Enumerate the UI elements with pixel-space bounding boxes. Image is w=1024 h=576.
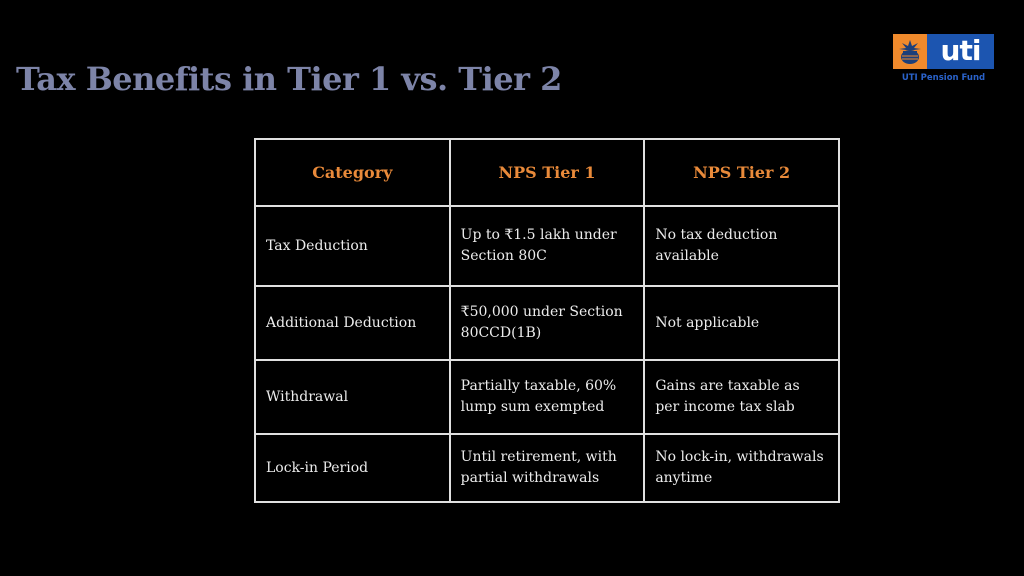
cell-tier-1: Up to ₹1.5 lakh under Section 80C xyxy=(448,205,646,287)
cell-tier-2: Gains are taxable as per income tax slab xyxy=(643,359,840,435)
cell-tier-2: No tax deduction available xyxy=(643,205,840,287)
cell-tier-1: Partially taxable, 60% lump sum exempted xyxy=(448,359,646,435)
header-nps-tier-2: NPS Tier 2 xyxy=(643,138,840,207)
table-row: Additional Deduction ₹50,000 under Secti… xyxy=(254,285,840,361)
cell-tier-2: Not applicable xyxy=(643,285,840,361)
table-row: Lock-in Period Until retirement, with pa… xyxy=(254,433,840,503)
uti-logo: uti UTI Pension Fund xyxy=(893,34,994,84)
cell-category: Tax Deduction xyxy=(254,205,451,287)
header-nps-tier-1: NPS Tier 1 xyxy=(448,138,646,207)
logo-subtitle: UTI Pension Fund xyxy=(901,73,986,83)
cell-category: Lock-in Period xyxy=(254,433,451,503)
kalash-pot-icon xyxy=(893,34,927,69)
cell-tier-2: No lock-in, withdrawals anytime xyxy=(643,433,840,503)
tax-comparison-table: Category NPS Tier 1 NPS Tier 2 Tax Deduc… xyxy=(254,138,840,503)
table-row: Withdrawal Partially taxable, 60% lump s… xyxy=(254,359,840,435)
cell-category: Additional Deduction xyxy=(254,285,451,361)
table-row: Tax Deduction Up to ₹1.5 lakh under Sect… xyxy=(254,205,840,287)
table-header-row: Category NPS Tier 1 NPS Tier 2 xyxy=(254,138,840,207)
cell-category: Withdrawal xyxy=(254,359,451,435)
cell-tier-1: Until retirement, with partial withdrawa… xyxy=(448,433,646,503)
slide-title: Tax Benefits in Tier 1 vs. Tier 2 xyxy=(16,60,562,98)
logo-wordmark: uti xyxy=(927,34,994,69)
header-category: Category xyxy=(254,138,451,207)
cell-tier-1: ₹50,000 under Section 80CCD(1B) xyxy=(448,285,646,361)
